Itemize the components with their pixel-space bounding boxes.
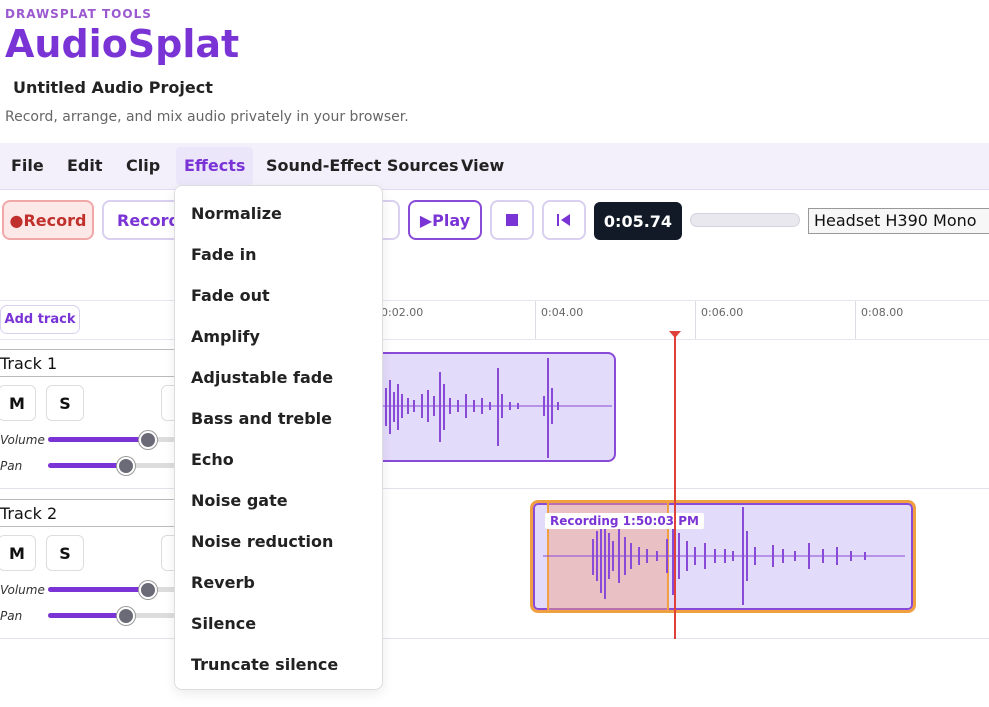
- ruler-tick: [535, 301, 536, 339]
- ruler-label: 0:08.00: [861, 306, 904, 319]
- volume-slider-knob[interactable]: [139, 581, 157, 599]
- menubar: File Edit Clip Effects Sound-Effect Sour…: [0, 143, 989, 190]
- pan-slider-fill: [48, 463, 126, 468]
- menu-item-adjustable-fade[interactable]: Adjustable fade: [191, 368, 333, 387]
- menu-item-echo[interactable]: Echo: [191, 450, 234, 469]
- pan-label: Pan: [0, 459, 23, 473]
- volume-label: Volume: [0, 583, 45, 597]
- ruler-label: 0:06.00: [701, 306, 744, 319]
- app-title: AudioSplat: [5, 22, 240, 66]
- brand-subtitle: DRAWSPLAT TOOLS: [5, 7, 152, 21]
- ruler-tick: [695, 301, 696, 339]
- menu-item-normalize[interactable]: Normalize: [191, 204, 282, 223]
- solo-button[interactable]: S: [46, 385, 84, 421]
- audio-clip[interactable]: [370, 352, 616, 462]
- clip-label: Recording 1:50:03 PM: [545, 513, 704, 529]
- input-device-select[interactable]: Headset H390 Mono: [808, 208, 989, 234]
- playhead[interactable]: [674, 333, 676, 639]
- menu-effects[interactable]: Effects: [176, 147, 254, 185]
- menu-view[interactable]: View: [461, 143, 504, 189]
- track-name-input[interactable]: Track 2: [0, 499, 180, 527]
- menu-item-amplify[interactable]: Amplify: [191, 327, 260, 346]
- waveform: [380, 358, 612, 458]
- menu-file[interactable]: File: [11, 143, 44, 189]
- rewind-button[interactable]: [542, 200, 586, 240]
- menu-item-fade-in[interactable]: Fade in: [191, 245, 257, 264]
- mute-button[interactable]: M: [0, 385, 36, 421]
- time-display: 0:05.74: [594, 202, 682, 240]
- track-name-input[interactable]: Track 1: [0, 349, 180, 377]
- stop-button[interactable]: [490, 200, 534, 240]
- mute-button[interactable]: M: [0, 535, 36, 571]
- add-track-button[interactable]: Add track: [0, 305, 80, 334]
- ruler-tick: [855, 301, 856, 339]
- menu-item-truncate-silence[interactable]: Truncate silence: [191, 655, 338, 674]
- effects-menu: Normalize Fade in Fade out Amplify Adjus…: [174, 185, 383, 690]
- pan-slider-fill: [48, 613, 126, 618]
- menu-item-bass-and-treble[interactable]: Bass and treble: [191, 409, 332, 428]
- pan-label: Pan: [0, 609, 23, 623]
- menu-item-reverb[interactable]: Reverb: [191, 573, 255, 592]
- menu-item-fade-out[interactable]: Fade out: [191, 286, 270, 305]
- volume-slider-fill: [48, 587, 148, 592]
- ruler-label: 0:04.00: [541, 306, 584, 319]
- menu-item-noise-reduction[interactable]: Noise reduction: [191, 532, 333, 551]
- menu-item-noise-gate[interactable]: Noise gate: [191, 491, 288, 510]
- ruler-label: 0:02.00: [381, 306, 424, 319]
- play-button[interactable]: ▶Play: [408, 200, 482, 240]
- menu-item-silence[interactable]: Silence: [191, 614, 256, 633]
- solo-button[interactable]: S: [46, 535, 84, 571]
- pan-slider-knob[interactable]: [117, 457, 135, 475]
- volume-slider-knob[interactable]: [139, 431, 157, 449]
- volume-slider-fill: [48, 437, 148, 442]
- timeline-ruler[interactable]: [0, 300, 989, 340]
- volume-label: Volume: [0, 433, 45, 447]
- project-title[interactable]: Untitled Audio Project: [13, 78, 213, 97]
- stop-icon: [506, 214, 518, 226]
- rewind-to-start-icon: [557, 214, 570, 226]
- record-button[interactable]: ●Record: [2, 200, 94, 240]
- menu-clip[interactable]: Clip: [126, 143, 160, 189]
- input-level-meter: [690, 213, 800, 227]
- menu-sound-effect-sources[interactable]: Sound-Effect Sources: [266, 143, 459, 189]
- pan-slider-knob[interactable]: [117, 607, 135, 625]
- tagline: Record, arrange, and mix audio privately…: [5, 109, 409, 125]
- menu-edit[interactable]: Edit: [67, 143, 103, 189]
- recording-clip[interactable]: Recording 1:50:03 PM: [530, 500, 916, 613]
